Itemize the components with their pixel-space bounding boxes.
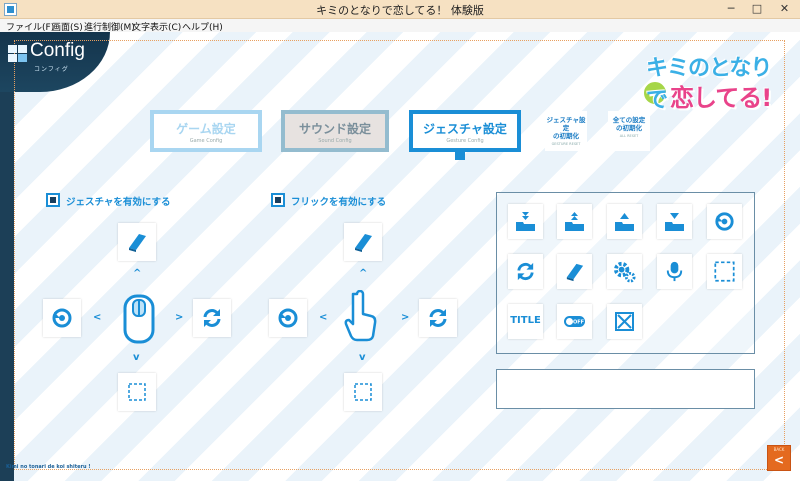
book-icon: [566, 263, 584, 282]
refresh-icon: [429, 309, 447, 327]
chevron-down-icon: v: [133, 352, 140, 363]
flick-gesture-area: [343, 289, 379, 344]
reset-sublabel: GESTURE RESET: [551, 142, 581, 146]
close-action[interactable]: [607, 304, 642, 339]
toggle-action[interactable]: OFF: [557, 304, 592, 339]
flick-right-slot[interactable]: [419, 299, 457, 337]
chevron-up-icon: ^: [133, 268, 142, 279]
refresh-action[interactable]: [508, 254, 543, 289]
config-screen: Config コンフィグ キミのとなりで 恋してる! ゲーム設定 Game Co…: [0, 32, 800, 481]
gesture-left-slot[interactable]: [43, 299, 81, 337]
logo-line-2: 恋してる!: [670, 84, 772, 112]
tab-label: ゲーム設定: [176, 122, 236, 136]
back-label: BACK: [773, 447, 785, 452]
quick-save-icon: [516, 212, 535, 231]
empty-slot-icon: [128, 383, 146, 401]
reset-label-2: の初期化: [616, 124, 642, 132]
reset-label-1: ジェスチャ設定: [546, 116, 586, 132]
menu-bar: ファイル(F) 画面(S) 進行制御(M) 文字表示(C) ヘルプ(H): [0, 19, 800, 33]
checkbox-box[interactable]: [271, 193, 285, 207]
voice-icon: [666, 261, 683, 282]
rewind-icon: [52, 308, 72, 328]
toggle-label: OFF: [573, 320, 584, 326]
tab-sublabel: Sound Config: [318, 138, 352, 144]
mouse-gesture-area: [121, 292, 157, 346]
book-icon: [355, 234, 372, 252]
empty-action[interactable]: [707, 254, 742, 289]
empty-slot-icon: [714, 261, 735, 282]
page-subtitle: コンフィグ: [34, 66, 69, 73]
game-logo: キミのとなりで 恋してる!: [640, 50, 778, 120]
gesture-right-slot[interactable]: [193, 299, 231, 337]
close-window-icon: [615, 312, 634, 331]
title-bar: キミのとなりで恋してる！ 体験版 ─ □ ✕: [0, 0, 800, 19]
settings-action[interactable]: [607, 254, 642, 289]
back-arrow-icon: <: [773, 453, 785, 467]
tab-sound-config[interactable]: サウンド設定 Sound Config: [281, 110, 389, 152]
title-label: TITLE: [510, 315, 541, 326]
chevron-left-icon: <: [93, 312, 102, 323]
checkbox-label: ジェスチャを有効にする: [66, 197, 171, 208]
chevron-up-icon: ^: [359, 268, 368, 279]
reset-label-2: の初期化: [553, 132, 579, 140]
save-action[interactable]: [607, 204, 642, 239]
load-icon: [665, 213, 684, 231]
tab-sublabel: Gesture Config: [446, 138, 484, 144]
minimize-button[interactable]: ─: [717, 0, 745, 19]
window-title: キミのとなりで恋してる！ 体験版: [316, 4, 484, 17]
all-reset-button[interactable]: 全ての設定 の初期化 ALL RESET: [608, 111, 650, 151]
left-strip: [0, 32, 14, 481]
quick-save-action[interactable]: [508, 204, 543, 239]
reset-sublabel: ALL RESET: [619, 134, 639, 138]
rewind-icon: [715, 212, 734, 231]
chevron-right-icon: >: [401, 312, 410, 323]
save-icon: [615, 213, 634, 231]
rewind-icon: [278, 308, 298, 328]
tab-label: ジェスチャ設定: [423, 122, 507, 136]
quick-load-icon: [565, 212, 584, 231]
voice-action[interactable]: [657, 254, 692, 289]
settings-icon: [613, 261, 636, 283]
quick-load-action[interactable]: [557, 204, 592, 239]
reset-label-1: 全ての設定: [612, 116, 646, 124]
page-title: Config: [30, 40, 85, 61]
load-action[interactable]: [657, 204, 692, 239]
hand-pointer-icon: [344, 289, 377, 342]
mouse-icon: [123, 294, 155, 344]
empty-slot-icon: [354, 383, 372, 401]
toggle-off-icon: OFF: [564, 316, 585, 327]
refresh-icon: [517, 262, 534, 281]
refresh-icon: [203, 309, 221, 327]
rewind-action[interactable]: [707, 204, 742, 239]
maximize-button[interactable]: □: [743, 0, 771, 19]
title-action[interactable]: TITLE: [508, 304, 543, 339]
back-button[interactable]: BACK <: [767, 445, 791, 471]
tab-gesture-config[interactable]: ジェスチャ設定 Gesture Config: [409, 110, 521, 152]
footer-caption: Kimi no tonari de koi shiteru !: [6, 464, 91, 470]
flick-left-slot[interactable]: [269, 299, 307, 337]
flick-up-slot[interactable]: [344, 223, 382, 261]
tab-label: サウンド設定: [298, 122, 371, 136]
gesture-reset-button[interactable]: ジェスチャ設定 の初期化 GESTURE RESET: [545, 111, 587, 151]
config-icon: [8, 45, 28, 63]
tab-sublabel: Game Config: [189, 138, 223, 144]
chevron-down-icon: v: [359, 352, 366, 363]
close-button[interactable]: ✕: [769, 0, 800, 19]
checkbox-label: フリックを有効にする: [291, 197, 387, 208]
book-icon: [129, 234, 146, 252]
tab-game-config[interactable]: ゲーム設定 Game Config: [150, 110, 262, 152]
description-box: [496, 369, 755, 409]
active-tab-indicator: [455, 150, 465, 160]
action-palette: TITLE OFF: [496, 192, 755, 354]
checkbox-box[interactable]: [46, 193, 60, 207]
chevron-right-icon: >: [175, 312, 184, 323]
chevron-left-icon: <: [319, 312, 328, 323]
gesture-up-slot[interactable]: [118, 223, 156, 261]
gesture-down-slot[interactable]: [118, 373, 156, 411]
backlog-action[interactable]: [557, 254, 592, 289]
flick-down-slot[interactable]: [344, 373, 382, 411]
